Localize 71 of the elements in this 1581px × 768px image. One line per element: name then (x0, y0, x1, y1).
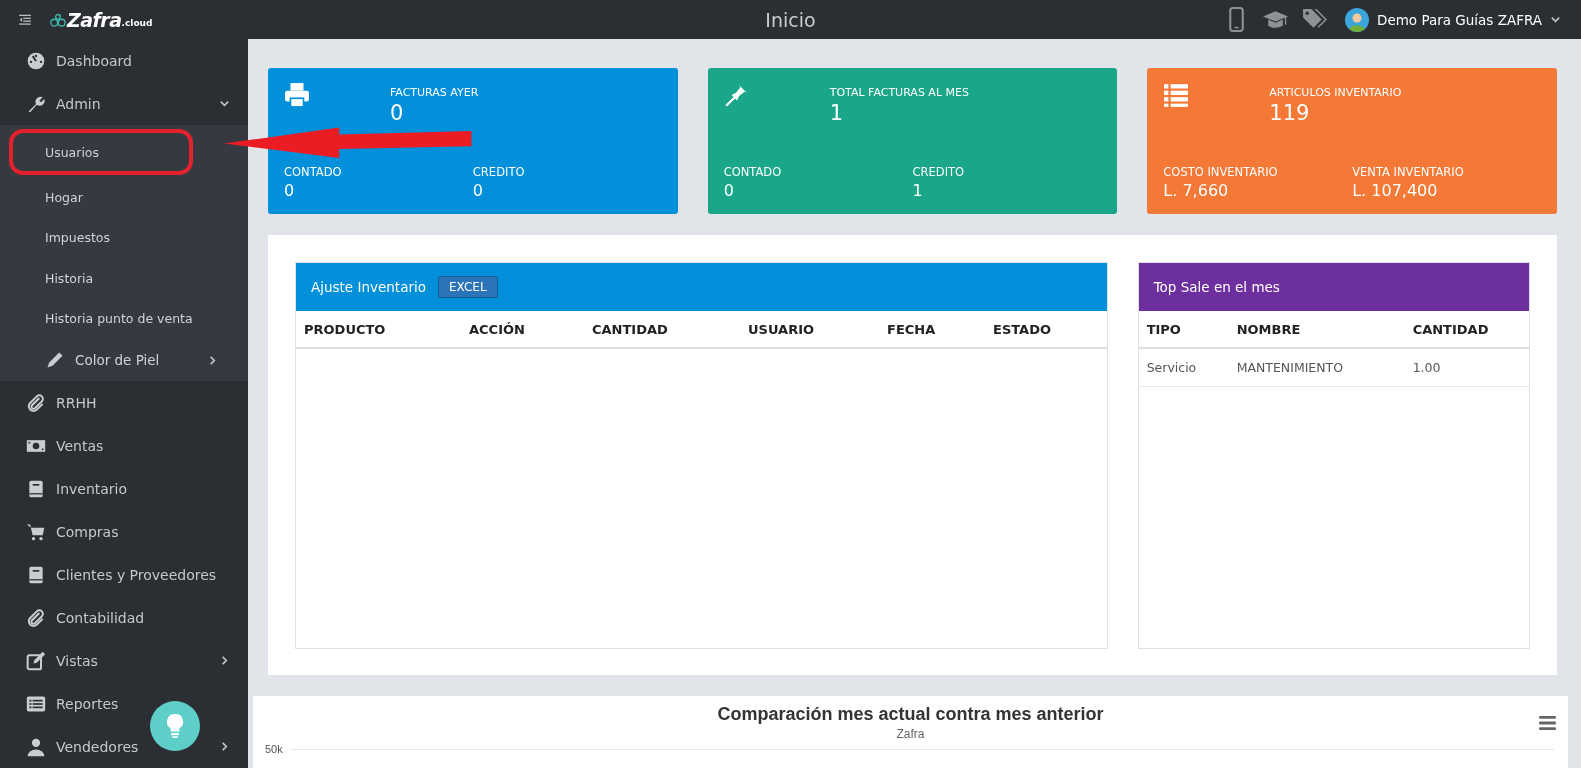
book-icon (26, 478, 46, 499)
stat-label: COSTO INVENTARIO (1163, 165, 1279, 179)
stat-label: CONTADO (723, 165, 783, 179)
column-header: ACCIÓN (468, 321, 526, 337)
submenu-item[interactable]: Historia (0, 258, 248, 299)
nav-item[interactable]: Ventas (0, 424, 248, 467)
stat-value: 0 (723, 181, 735, 200)
axis-tick-label: 50k (265, 743, 283, 755)
column-header: NOMBRE (1235, 321, 1302, 337)
stat-value: L. 7,660 (1163, 181, 1230, 200)
stat-value: 1 (912, 181, 924, 200)
column-header: CANTIDAD (591, 321, 669, 337)
stat-title: FACTURAS AYER (390, 86, 479, 99)
menu-icon[interactable] (18, 12, 32, 27)
submenu-item[interactable]: Historia punto de venta (0, 298, 248, 339)
gauge-icon (26, 50, 46, 71)
table-cell-text: Servicio (1145, 360, 1198, 375)
edit-icon (26, 650, 46, 671)
nav-item[interactable]: RRHH (0, 381, 248, 424)
column-header: USUARIO (747, 321, 816, 337)
stat-value: 0 (390, 101, 405, 125)
stat-value: 0 (472, 181, 485, 200)
stat-value: 1 (829, 101, 845, 125)
stat-label: CONTADO (284, 165, 343, 179)
column-header: CANTIDAD (1411, 321, 1490, 337)
nav-item[interactable]: Vistas (0, 639, 248, 682)
column-header: FECHA (886, 321, 937, 337)
nav-item[interactable]: Contabilidad (0, 596, 248, 639)
panel-title: Ajuste Inventario (311, 279, 426, 295)
stat-label: CREDITO (912, 165, 966, 179)
pencil-icon (45, 350, 65, 370)
nav-item[interactable]: Inventario (0, 467, 248, 510)
excel-button[interactable]: EXCEL (438, 276, 498, 298)
menu-icon[interactable] (1539, 715, 1556, 730)
nav-item[interactable]: Admin (0, 82, 248, 125)
submenu-item[interactable]: Hogar (0, 177, 248, 218)
page-title: Inicio (765, 8, 816, 31)
paperclip-icon (26, 392, 46, 413)
nav-item[interactable]: Reportes (0, 682, 248, 725)
stat-title: ARTICULOS INVENTARIO (1269, 86, 1402, 99)
nav-item[interactable]: Compras (0, 510, 248, 553)
column-header: PRODUCTO (303, 321, 387, 337)
submenu-item[interactable]: Usuarios (9, 129, 193, 175)
table-cell-text: 1.00 (1411, 360, 1442, 375)
nav-item[interactable]: Clientes y Proveedores (0, 553, 248, 596)
submenu-item[interactable]: Color de Piel (0, 339, 248, 381)
book-icon (26, 564, 46, 585)
chart-subtitle: Zafra (896, 727, 925, 741)
avatar-icon (1345, 7, 1369, 32)
chart-title: Comparación mes actual contra mes anterior (717, 704, 1104, 725)
submenu-item[interactable]: Impuestos (0, 217, 248, 258)
nav-item[interactable]: Vendedores (0, 725, 248, 768)
printer-icon (284, 82, 310, 108)
stat-label: VENTA INVENTARIO (1352, 165, 1465, 179)
table-cell-text: MANTENIMIENTO (1235, 360, 1345, 375)
panel-title: Top Sale en el mes (1153, 279, 1280, 295)
paperclip-icon (26, 607, 46, 628)
stat-label: CREDITO (472, 165, 526, 179)
list-icon (1163, 82, 1190, 108)
stat-value: L. 107,400 (1352, 181, 1439, 200)
nav-item[interactable]: Dashboard (0, 39, 248, 82)
stat-title: TOTAL FACTURAS AL MES (829, 86, 969, 99)
column-header: ESTADO (992, 321, 1052, 337)
stat-value: 0 (284, 181, 296, 200)
chevron-down-icon (1550, 14, 1561, 25)
logo: Zafra.cloud (50, 8, 153, 31)
stat-value: 119 (1269, 101, 1311, 125)
column-header: TIPO (1145, 321, 1182, 337)
help-button[interactable] (150, 701, 200, 751)
user-icon (26, 736, 46, 757)
user-menu-button[interactable]: Demo Para Guías ZAFRA (1345, 7, 1561, 32)
